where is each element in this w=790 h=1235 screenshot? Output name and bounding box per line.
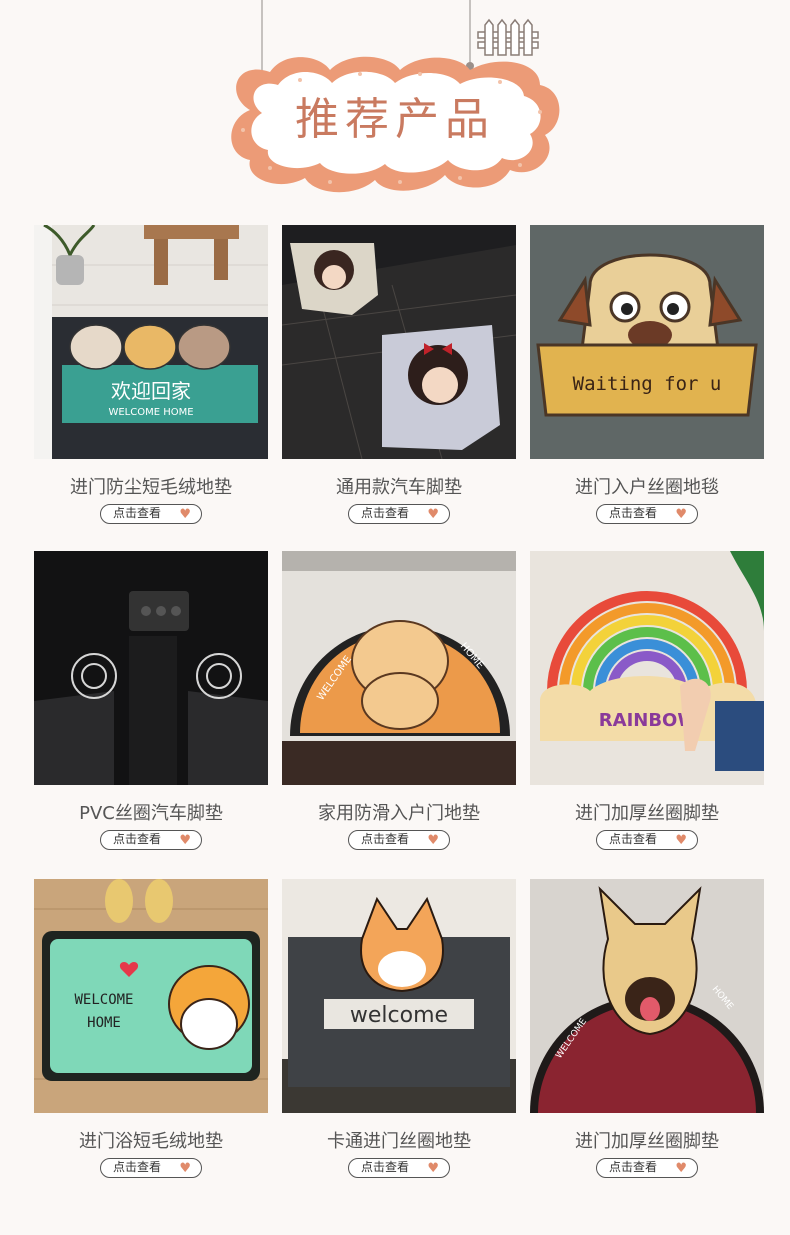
mat-text: Waiting for u [573,373,722,395]
product-name[interactable]: 卡通进门丝圈地垫 [282,1127,516,1153]
view-details-button[interactable]: 点击查看 ♥ [100,1158,202,1178]
product-name[interactable]: 进门浴短毛绒地垫 [34,1127,268,1153]
view-details-button[interactable]: 点击查看 ♥ [596,1158,698,1178]
heart-icon: ♥ [179,833,191,848]
view-details-button[interactable]: 点击查看 ♥ [100,830,202,850]
product-image[interactable]: Waiting for u [530,225,764,459]
view-details-button[interactable]: 点击查看 ♥ [348,1158,450,1178]
heart-icon: ♥ [427,507,439,522]
product-image[interactable]: welcome [282,879,516,1113]
heart-icon: ♥ [179,507,191,522]
product-image[interactable]: RAINBOW [530,551,764,785]
mat-text: welcome [350,1003,448,1028]
product-name[interactable]: 家用防滑入户门地垫 [282,799,516,825]
section-header: 推荐产品 [0,0,790,215]
view-details-button[interactable]: 点击查看 ♥ [100,504,202,524]
heart-icon: ♥ [675,507,687,522]
product-name[interactable]: 进门防尘短毛绒地垫 [34,473,268,499]
product-image[interactable]: 欢迎回家 WELCOME HOME [34,225,268,459]
view-details-button[interactable]: 点击查看 ♥ [348,830,450,850]
view-details-button[interactable]: 点击查看 ♥ [348,504,450,524]
heart-icon: ♥ [179,1161,191,1176]
product-name[interactable]: 进门加厚丝圈脚垫 [530,1127,764,1153]
product-name[interactable]: 进门加厚丝圈脚垫 [530,799,764,825]
view-details-button[interactable]: 点击查看 ♥ [596,830,698,850]
heart-icon: ♥ [675,1161,687,1176]
product-name[interactable]: PVC丝圈汽车脚垫 [34,799,268,825]
mat-text: WELCOME [74,992,133,1008]
page-title: 推荐产品 [295,94,495,145]
product-image[interactable]: WELCOME HOME [34,879,268,1113]
heart-icon: ♥ [675,833,687,848]
product-name[interactable]: 通用款汽车脚垫 [282,473,516,499]
view-details-button[interactable]: 点击查看 ♥ [596,504,698,524]
mat-subtext: WELCOME HOME [108,407,193,418]
product-image[interactable]: WELCOME HOME [282,551,516,785]
heart-icon: ♥ [427,1161,439,1176]
mat-subtext: HOME [87,1015,121,1031]
product-name[interactable]: 进门入户丝圈地毯 [530,473,764,499]
product-image[interactable]: WELCOME HOME [530,879,764,1113]
product-image[interactable] [34,551,268,785]
product-image[interactable] [282,225,516,459]
mat-text: 欢迎回家 [111,379,191,403]
heart-icon: ♥ [427,833,439,848]
